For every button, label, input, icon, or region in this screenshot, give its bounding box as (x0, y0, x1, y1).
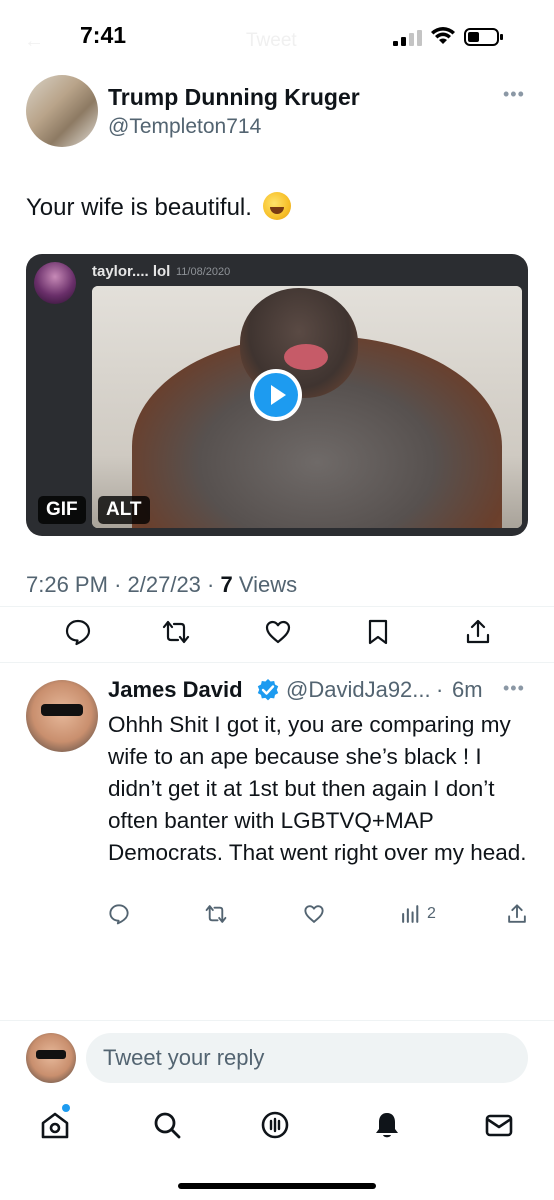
embedded-username: taylor.... lol (92, 263, 171, 280)
tweet-time: 7:26 PM (26, 572, 108, 597)
play-button[interactable] (250, 369, 302, 421)
search-icon[interactable] (152, 1110, 182, 1140)
back-arrow-icon: ← (24, 30, 44, 52)
current-user-avatar[interactable] (26, 1033, 76, 1083)
gif-preview-image (92, 286, 522, 528)
meta-separator: · (436, 677, 444, 702)
author-handle[interactable]: @Templeton714 (108, 115, 261, 139)
share-icon[interactable] (464, 618, 492, 646)
header-title: Tweet (246, 30, 297, 51)
reply-more-options-icon[interactable]: ••• (503, 678, 525, 699)
meta-separator: · (207, 572, 215, 597)
reply-views-count[interactable]: 2 (427, 905, 436, 923)
reply-time: 6m (452, 677, 483, 702)
tweet-text-content: Your wife is beautiful. (26, 194, 252, 221)
tweet-date: 2/27/23 (127, 572, 201, 597)
tweet-meta: 7:26 PM · 2/27/23 · 7 Views (26, 572, 297, 598)
reply-input[interactable] (86, 1033, 528, 1083)
views-count[interactable]: 7 (221, 572, 233, 597)
tweet-text: Your wife is beautiful. (26, 192, 291, 222)
rolling-on-floor-laughing-emoji-icon (262, 192, 291, 220)
like-icon[interactable] (264, 618, 292, 646)
author-display-name[interactable]: Trump Dunning Kruger (108, 84, 360, 111)
home-icon[interactable] (40, 1110, 70, 1140)
wifi-icon (431, 27, 455, 44)
sunglasses (41, 704, 83, 716)
gif-badge: GIF (38, 496, 86, 524)
new-content-indicator (62, 1104, 70, 1112)
orangutan-lips (284, 344, 328, 370)
notifications-icon[interactable] (372, 1110, 402, 1140)
verified-badge-icon (257, 679, 279, 701)
reply-author-handle[interactable]: @DavidJa92... (286, 677, 431, 703)
like-icon[interactable] (303, 903, 325, 925)
reply-icon[interactable] (64, 618, 92, 646)
home-indicator[interactable] (178, 1183, 376, 1189)
reply-text: Ohhh Shit I got it, you are comparing my… (108, 712, 527, 865)
embedded-user-avatar (34, 262, 76, 304)
divider (0, 606, 554, 607)
reply-author-name[interactable]: James David (108, 677, 243, 703)
alt-text-button[interactable]: ALT (98, 496, 150, 524)
retweet-icon[interactable] (205, 903, 227, 925)
sunglasses (36, 1050, 66, 1059)
views-icon[interactable] (400, 903, 422, 925)
reply-author-avatar[interactable] (26, 680, 98, 752)
play-icon (254, 373, 298, 417)
tweet-media-gif[interactable]: taylor.... lol 11/08/2020 GIF ALT (26, 254, 528, 536)
divider (0, 662, 554, 663)
cellular-signal-icon (393, 30, 422, 46)
reply-icon[interactable] (108, 903, 130, 925)
share-icon[interactable] (506, 903, 528, 925)
views-label[interactable]: Views (239, 572, 297, 597)
battery-icon (464, 28, 503, 46)
tweet-action-bar (0, 618, 554, 654)
messages-icon[interactable] (484, 1110, 514, 1140)
embedded-date: 11/08/2020 (176, 266, 231, 278)
spaces-icon[interactable] (260, 1110, 290, 1140)
reply-action-bar (0, 903, 554, 933)
divider (0, 1020, 554, 1021)
meta-separator: · (114, 572, 122, 597)
bookmark-icon[interactable] (364, 618, 392, 646)
retweet-icon[interactable] (162, 618, 190, 646)
status-bar: ← 7:41 Tweet (0, 0, 554, 70)
more-options-icon[interactable]: ••• (503, 84, 525, 105)
status-time: 7:41 (80, 22, 127, 48)
author-avatar[interactable] (26, 75, 98, 147)
bottom-navigation (0, 1100, 554, 1156)
